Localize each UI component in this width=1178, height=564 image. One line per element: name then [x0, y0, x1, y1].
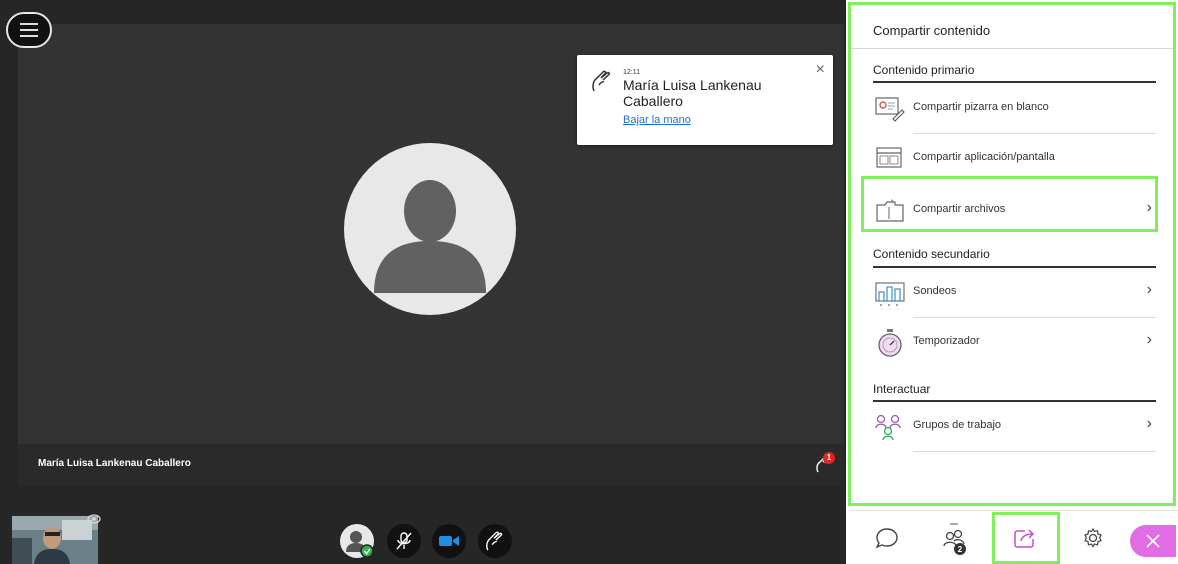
share-tab-highlight	[992, 512, 1060, 564]
attendees-count: 2	[958, 545, 963, 554]
user-silhouette-icon	[374, 180, 486, 293]
raise-hand-icon	[592, 70, 610, 92]
close-panel-button[interactable]	[1130, 525, 1176, 557]
raised-hands-count: 1	[823, 452, 835, 464]
breakout-groups-icon	[875, 414, 901, 441]
camera-button[interactable]	[432, 524, 466, 558]
gear-icon	[1084, 527, 1102, 548]
stopwatch-icon	[878, 329, 902, 357]
timer-label: Temporizador	[913, 335, 980, 347]
participant-avatar	[344, 143, 516, 315]
close-icon	[1146, 534, 1160, 548]
participant-name: María Luisa Lankenau Caballero	[38, 458, 191, 469]
raise-hand-icon	[486, 531, 503, 551]
chat-bubble-icon	[875, 528, 898, 549]
divider	[851, 48, 1173, 49]
raise-hand-button[interactable]	[478, 524, 512, 558]
menu-button[interactable]	[6, 12, 52, 48]
my-status-button[interactable]	[340, 524, 374, 558]
section-primary-heading: Contenido primario	[873, 63, 975, 77]
polls-item[interactable]: Sondeos ›	[873, 267, 1156, 317]
breakout-groups-item[interactable]: Grupos de trabajo ›	[873, 401, 1156, 451]
video-camera-icon	[439, 536, 459, 546]
whiteboard-icon	[875, 97, 905, 122]
section-interact-heading: Interactuar	[873, 382, 931, 396]
participant-name-bar: María Luisa Lankenau Caballero 1	[18, 444, 844, 486]
timer-item[interactable]: Temporizador ›	[873, 317, 1156, 367]
user-status-icon	[346, 531, 374, 558]
chevron-right-icon: ›	[1146, 331, 1152, 348]
share-whiteboard-label: Compartir pizarra en blanco	[913, 101, 1049, 113]
microphone-muted-icon	[396, 532, 412, 550]
eye-icon	[87, 514, 101, 524]
lower-hand-link[interactable]: Bajar la mano	[623, 114, 691, 126]
attendees-tab[interactable]: 2	[928, 511, 980, 564]
breakout-groups-label: Grupos de trabajo	[913, 419, 1002, 431]
section-secondary-heading: Contenido secundario	[873, 247, 990, 261]
share-application-screen-label: Compartir aplicación/pantalla	[913, 151, 1055, 163]
notification-name: María Luisa Lankenau Caballero	[623, 77, 762, 109]
application-window-icon	[876, 147, 902, 168]
microphone-button[interactable]	[387, 524, 421, 558]
share-files-highlight	[861, 176, 1158, 232]
chevron-right-icon: ›	[1146, 281, 1152, 298]
panel-title: Compartir contenido	[873, 23, 991, 38]
chat-tab[interactable]	[862, 511, 912, 564]
raised-hand-notification: 12:11 María Luisa Lankenau Caballero Baj…	[577, 55, 833, 145]
divider	[913, 451, 1156, 452]
video-stage: María Luisa Lankenau Caballero 1 12:11 M…	[0, 0, 846, 564]
share-content-panel: Compartir contenido Contenido primario C…	[848, 2, 1176, 506]
share-whiteboard-item[interactable]: Compartir pizarra en blanco	[873, 83, 1156, 133]
webcam-preview-image	[12, 516, 98, 564]
close-notification-button[interactable]: ×	[816, 61, 825, 79]
notification-time: 12:11	[623, 69, 640, 76]
hamburger-icon	[20, 23, 38, 37]
self-video-thumbnail[interactable]	[12, 516, 98, 564]
chevron-right-icon: ›	[1146, 415, 1152, 432]
attendees-icon: 2	[943, 523, 966, 555]
poll-chart-icon	[875, 282, 905, 306]
raised-hand-indicator[interactable]: 1	[814, 452, 836, 476]
polls-label: Sondeos	[913, 285, 957, 297]
settings-tab[interactable]	[1068, 511, 1118, 564]
